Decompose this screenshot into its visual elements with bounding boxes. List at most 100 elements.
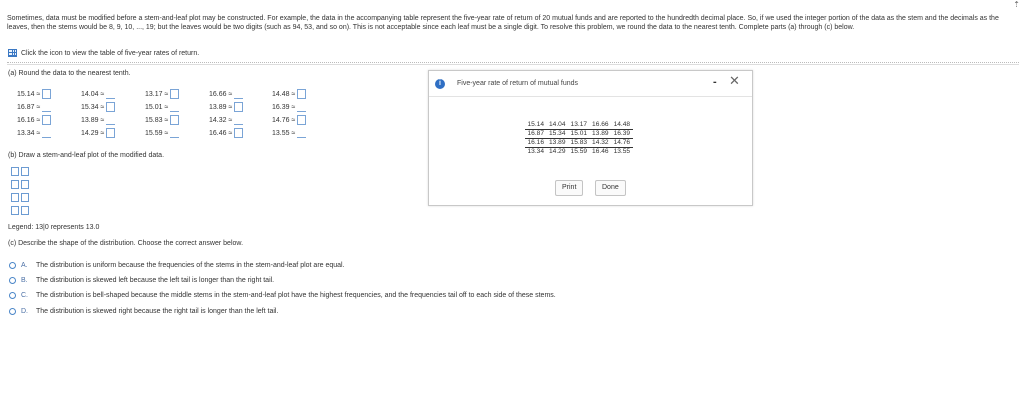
option-letter: C.: [21, 292, 28, 299]
table-cell: 15.34: [546, 129, 569, 139]
rates-table: 15.14 14.04 13.17 16.66 14.48 16.87 15.34 15.01…: [525, 121, 633, 156]
radio-button[interactable]: [9, 262, 16, 269]
rounding-cell: 16.39 ≈: [272, 102, 307, 112]
table-row: 16.87 15.34 15.01 13.89 16.39: [525, 129, 633, 139]
radio-button[interactable]: [9, 308, 16, 315]
rounding-cell: 15.83 ≈: [145, 115, 180, 125]
view-table-link[interactable]: Click the icon to view the table of five…: [8, 49, 199, 57]
done-button[interactable]: Done: [595, 180, 626, 196]
table-cell: 13.55: [613, 148, 631, 155]
leaf-input[interactable]: [21, 167, 29, 176]
rounded-answer-input[interactable]: [106, 115, 116, 125]
view-table-label: Click the icon to view the table of five…: [21, 49, 200, 57]
rounding-cell: 16.66 ≈: [209, 89, 244, 99]
original-value: 13.17 ≈: [145, 90, 169, 98]
rounded-answer-input[interactable]: [234, 115, 244, 125]
original-value: 16.87 ≈: [17, 103, 41, 111]
leaf-input[interactable]: [21, 193, 29, 202]
original-value: 13.89 ≈: [81, 116, 105, 124]
rounded-answer-input[interactable]: [106, 128, 116, 138]
table-cell: 15.59: [570, 148, 588, 155]
option-letter: B.: [21, 277, 28, 284]
rounded-answer-input[interactable]: [297, 128, 307, 138]
table-cell: 14.76: [611, 138, 633, 148]
part-c-label: (c) Describe the shape of the distributi…: [8, 240, 244, 247]
option-text: The distribution is uniform because the …: [36, 262, 345, 269]
dialog-title: Five-year rate of return of mutual funds: [457, 80, 578, 87]
rounding-cell: 15.59 ≈: [145, 128, 180, 138]
rounding-cell: 14.76 ≈: [272, 115, 307, 125]
minimize-icon[interactable]: -: [713, 76, 717, 88]
rounded-answer-input[interactable]: [297, 102, 307, 112]
close-icon[interactable]: ✕: [729, 73, 740, 89]
stem-input[interactable]: [11, 193, 19, 202]
rounded-answer-input[interactable]: [42, 102, 52, 112]
table-cell: 15.83: [568, 138, 590, 148]
rounded-answer-input[interactable]: [106, 102, 116, 112]
answer-option[interactable]: B. The distribution is skewed left becaus…: [9, 277, 274, 284]
rounded-answer-input[interactable]: [234, 128, 244, 138]
table-cell: 16.39: [611, 129, 633, 139]
table-cell: 15.01: [568, 129, 590, 139]
rounded-answer-input[interactable]: [170, 128, 180, 138]
rounded-answer-input[interactable]: [170, 115, 180, 125]
table-cell: 16.66: [589, 121, 612, 130]
rounding-cell: 13.17 ≈: [145, 89, 180, 99]
table-cell: 13.89: [589, 129, 612, 139]
stem-input[interactable]: [11, 167, 19, 176]
rounded-answer-input[interactable]: [42, 89, 52, 99]
rounded-answer-input[interactable]: [234, 102, 244, 112]
original-value: 16.39 ≈: [272, 103, 296, 111]
option-text: The distribution is bell-shaped because …: [36, 292, 556, 299]
option-text: The distribution is skewed right because…: [36, 308, 279, 315]
rounding-cell: 15.14 ≈: [17, 89, 52, 99]
answer-option[interactable]: A. The distribution is uniform because th…: [9, 262, 345, 269]
five-year-dialog: i Five-year rate of return of mutual fun…: [428, 70, 753, 206]
radio-button[interactable]: [9, 277, 16, 284]
leaf-input[interactable]: [21, 180, 29, 189]
rounding-cell: 14.48 ≈: [272, 89, 307, 99]
table-cell: 16.87: [525, 129, 547, 139]
rounded-answer-input[interactable]: [170, 102, 180, 112]
print-button[interactable]: Print: [555, 180, 584, 196]
table-icon[interactable]: [8, 49, 17, 57]
stem-input[interactable]: [11, 180, 19, 189]
original-value: 15.83 ≈: [145, 116, 169, 124]
rounding-cell: 13.89 ≈: [209, 102, 244, 112]
option-letter: D.: [21, 308, 28, 315]
original-value: 14.48 ≈: [272, 90, 296, 98]
original-value: 14.29 ≈: [81, 129, 105, 137]
part-b-label: (b) Draw a stem-and-leaf plot of the mod…: [8, 152, 165, 159]
original-value: 13.34 ≈: [17, 129, 41, 137]
info-icon: i: [435, 79, 445, 89]
rounding-cell: 13.89 ≈: [81, 115, 116, 125]
rounded-answer-input[interactable]: [234, 89, 244, 99]
stem-input[interactable]: [11, 206, 19, 215]
table-cell: 14.32: [589, 138, 612, 148]
scroll-up-icon[interactable]: ⇡: [1013, 0, 1020, 9]
answer-option[interactable]: C. The distribution is bell-shaped becaus…: [9, 292, 556, 299]
rounded-answer-input[interactable]: [106, 89, 116, 99]
rounding-cell: 15.01 ≈: [145, 102, 180, 112]
answer-option[interactable]: D. The distribution is skewed right becau…: [9, 308, 278, 315]
original-value: 16.46 ≈: [209, 129, 233, 137]
original-value: 14.04 ≈: [81, 90, 105, 98]
table-cell: 14.29: [549, 148, 566, 155]
rounded-answer-input[interactable]: [42, 115, 52, 125]
rounded-answer-input[interactable]: [297, 89, 307, 99]
rounded-answer-input[interactable]: [42, 128, 52, 138]
rounding-cell: 16.16 ≈: [17, 115, 52, 125]
divider: [7, 64, 1019, 65]
table-cell: 15.14: [525, 121, 547, 130]
table-cell: 16.16: [525, 138, 547, 148]
option-text: The distribution is skewed left because …: [36, 277, 275, 284]
rounded-answer-input[interactable]: [170, 89, 180, 99]
leaf-input[interactable]: [21, 206, 29, 215]
option-letter: A.: [21, 262, 28, 269]
table-row: 13.34 14.29 15.59 16.46 13.55: [525, 148, 633, 157]
table-row: 16.16 13.89 15.83 14.32 14.76: [525, 138, 633, 148]
radio-button[interactable]: [9, 292, 16, 299]
rounded-answer-input[interactable]: [297, 115, 307, 125]
rounding-cell: 14.04 ≈: [81, 89, 116, 99]
original-value: 15.34 ≈: [81, 103, 105, 111]
